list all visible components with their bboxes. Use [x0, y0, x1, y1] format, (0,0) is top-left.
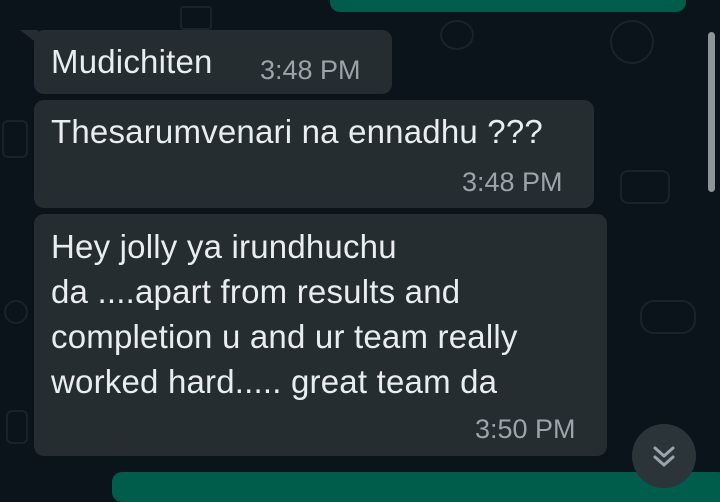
double-chevron-down-icon — [653, 446, 675, 467]
incoming-message-bubble[interactable]: Thesarumvenari na ennadhu ??? 3:48 PM — [34, 100, 594, 208]
wallpaper-doodle — [6, 410, 28, 444]
message-line: completion u and ur team really — [51, 318, 518, 355]
wallpaper-doodle — [2, 120, 28, 158]
message-timestamp: 3:50 PM — [475, 414, 576, 444]
message-timestamp: 3:48 PM — [260, 55, 361, 85]
message-text: Thesarumvenari na ennadhu ??? — [51, 113, 543, 150]
wallpaper-doodle — [440, 20, 474, 50]
message-line: Hey jolly ya irundhuchu — [51, 228, 397, 265]
wallpaper-doodle — [620, 170, 670, 204]
scrollbar[interactable] — [708, 32, 715, 192]
message-line: da ....apart from results and — [51, 273, 461, 310]
wallpaper-doodle — [4, 300, 28, 324]
message-line: worked hard..... great team da — [51, 363, 498, 400]
wallpaper-doodle — [180, 6, 212, 30]
message-text: Hey jolly ya irundhuchu da ....apart fro… — [51, 224, 518, 404]
outgoing-message-bubble[interactable] — [330, 0, 686, 12]
wallpaper-doodle — [610, 20, 654, 64]
message-text: Mudichiten — [51, 43, 213, 80]
wallpaper-doodle — [640, 300, 696, 334]
incoming-message-bubble[interactable]: Mudichiten 3:48 PM — [34, 30, 392, 94]
scroll-to-bottom-button[interactable] — [632, 424, 696, 488]
outgoing-message-bubble[interactable] — [112, 472, 720, 502]
message-timestamp: 3:48 PM — [462, 167, 563, 197]
incoming-message-bubble[interactable]: Hey jolly ya irundhuchu da ....apart fro… — [34, 214, 607, 456]
